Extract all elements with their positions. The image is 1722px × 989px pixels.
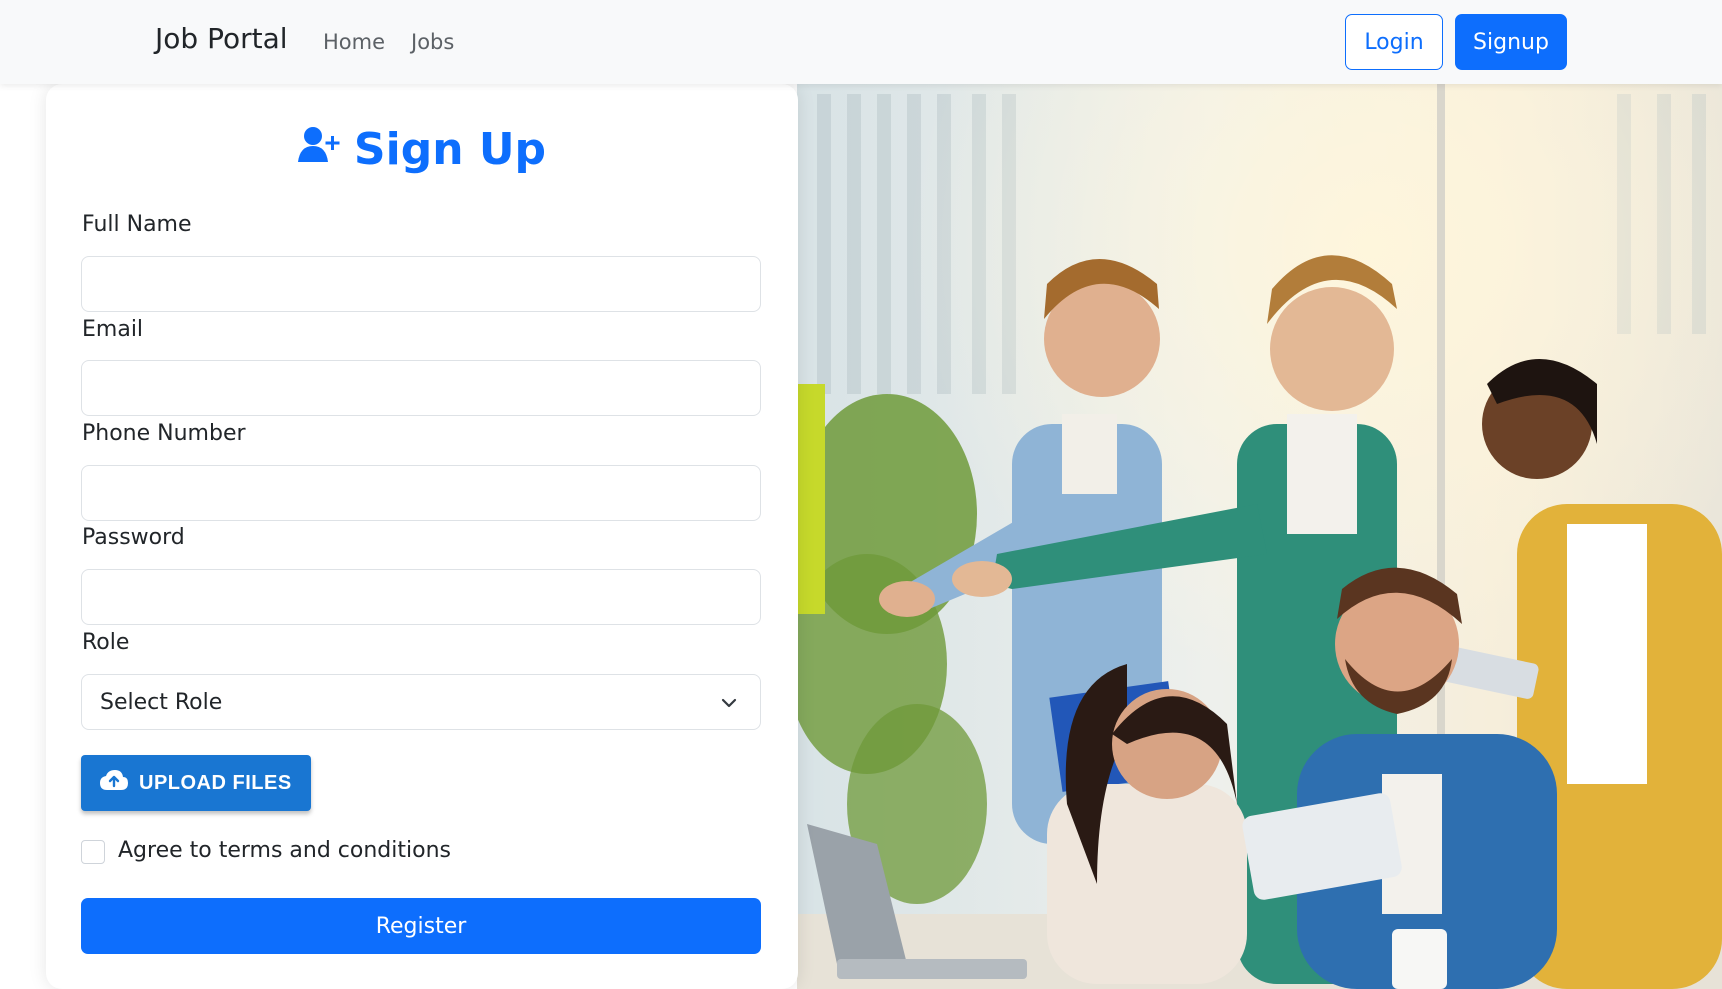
email-input[interactable] bbox=[81, 360, 761, 416]
phone-label: Phone Number bbox=[82, 421, 246, 446]
role-select[interactable]: Select Role bbox=[81, 674, 761, 730]
password-label: Password bbox=[82, 525, 185, 550]
full-name-label: Full Name bbox=[82, 212, 192, 237]
form-title: Sign Up bbox=[46, 124, 798, 175]
upload-files-button[interactable]: UPLOAD FILES bbox=[81, 755, 311, 811]
brand-logo[interactable]: Job Portal bbox=[155, 22, 288, 55]
login-button[interactable]: Login bbox=[1345, 14, 1443, 70]
register-button[interactable]: Register bbox=[81, 898, 761, 954]
nav-link-home[interactable]: Home bbox=[323, 30, 385, 54]
signup-card: Sign Up Full Name Email Phone Number Pas… bbox=[46, 84, 798, 989]
terms-label[interactable]: Agree to terms and conditions bbox=[118, 838, 451, 863]
upload-files-label: UPLOAD FILES bbox=[139, 771, 292, 794]
form-title-text: Sign Up bbox=[353, 124, 547, 175]
nav-link-jobs[interactable]: Jobs bbox=[411, 30, 454, 54]
terms-checkbox[interactable] bbox=[81, 840, 105, 864]
role-label: Role bbox=[82, 630, 130, 655]
chevron-down-icon bbox=[720, 693, 738, 718]
role-select-value: Select Role bbox=[100, 689, 223, 715]
phone-input[interactable] bbox=[81, 465, 761, 521]
email-label: Email bbox=[82, 317, 144, 342]
team-photo-illustration bbox=[797, 84, 1722, 989]
user-plus-icon bbox=[297, 124, 342, 175]
full-name-input[interactable] bbox=[81, 256, 761, 312]
password-input[interactable] bbox=[81, 569, 761, 625]
hero-image bbox=[797, 84, 1722, 989]
navbar: Job Portal Home Jobs Login Signup bbox=[0, 0, 1722, 84]
cloud-upload-icon bbox=[99, 769, 129, 797]
signup-button[interactable]: Signup bbox=[1455, 14, 1567, 70]
